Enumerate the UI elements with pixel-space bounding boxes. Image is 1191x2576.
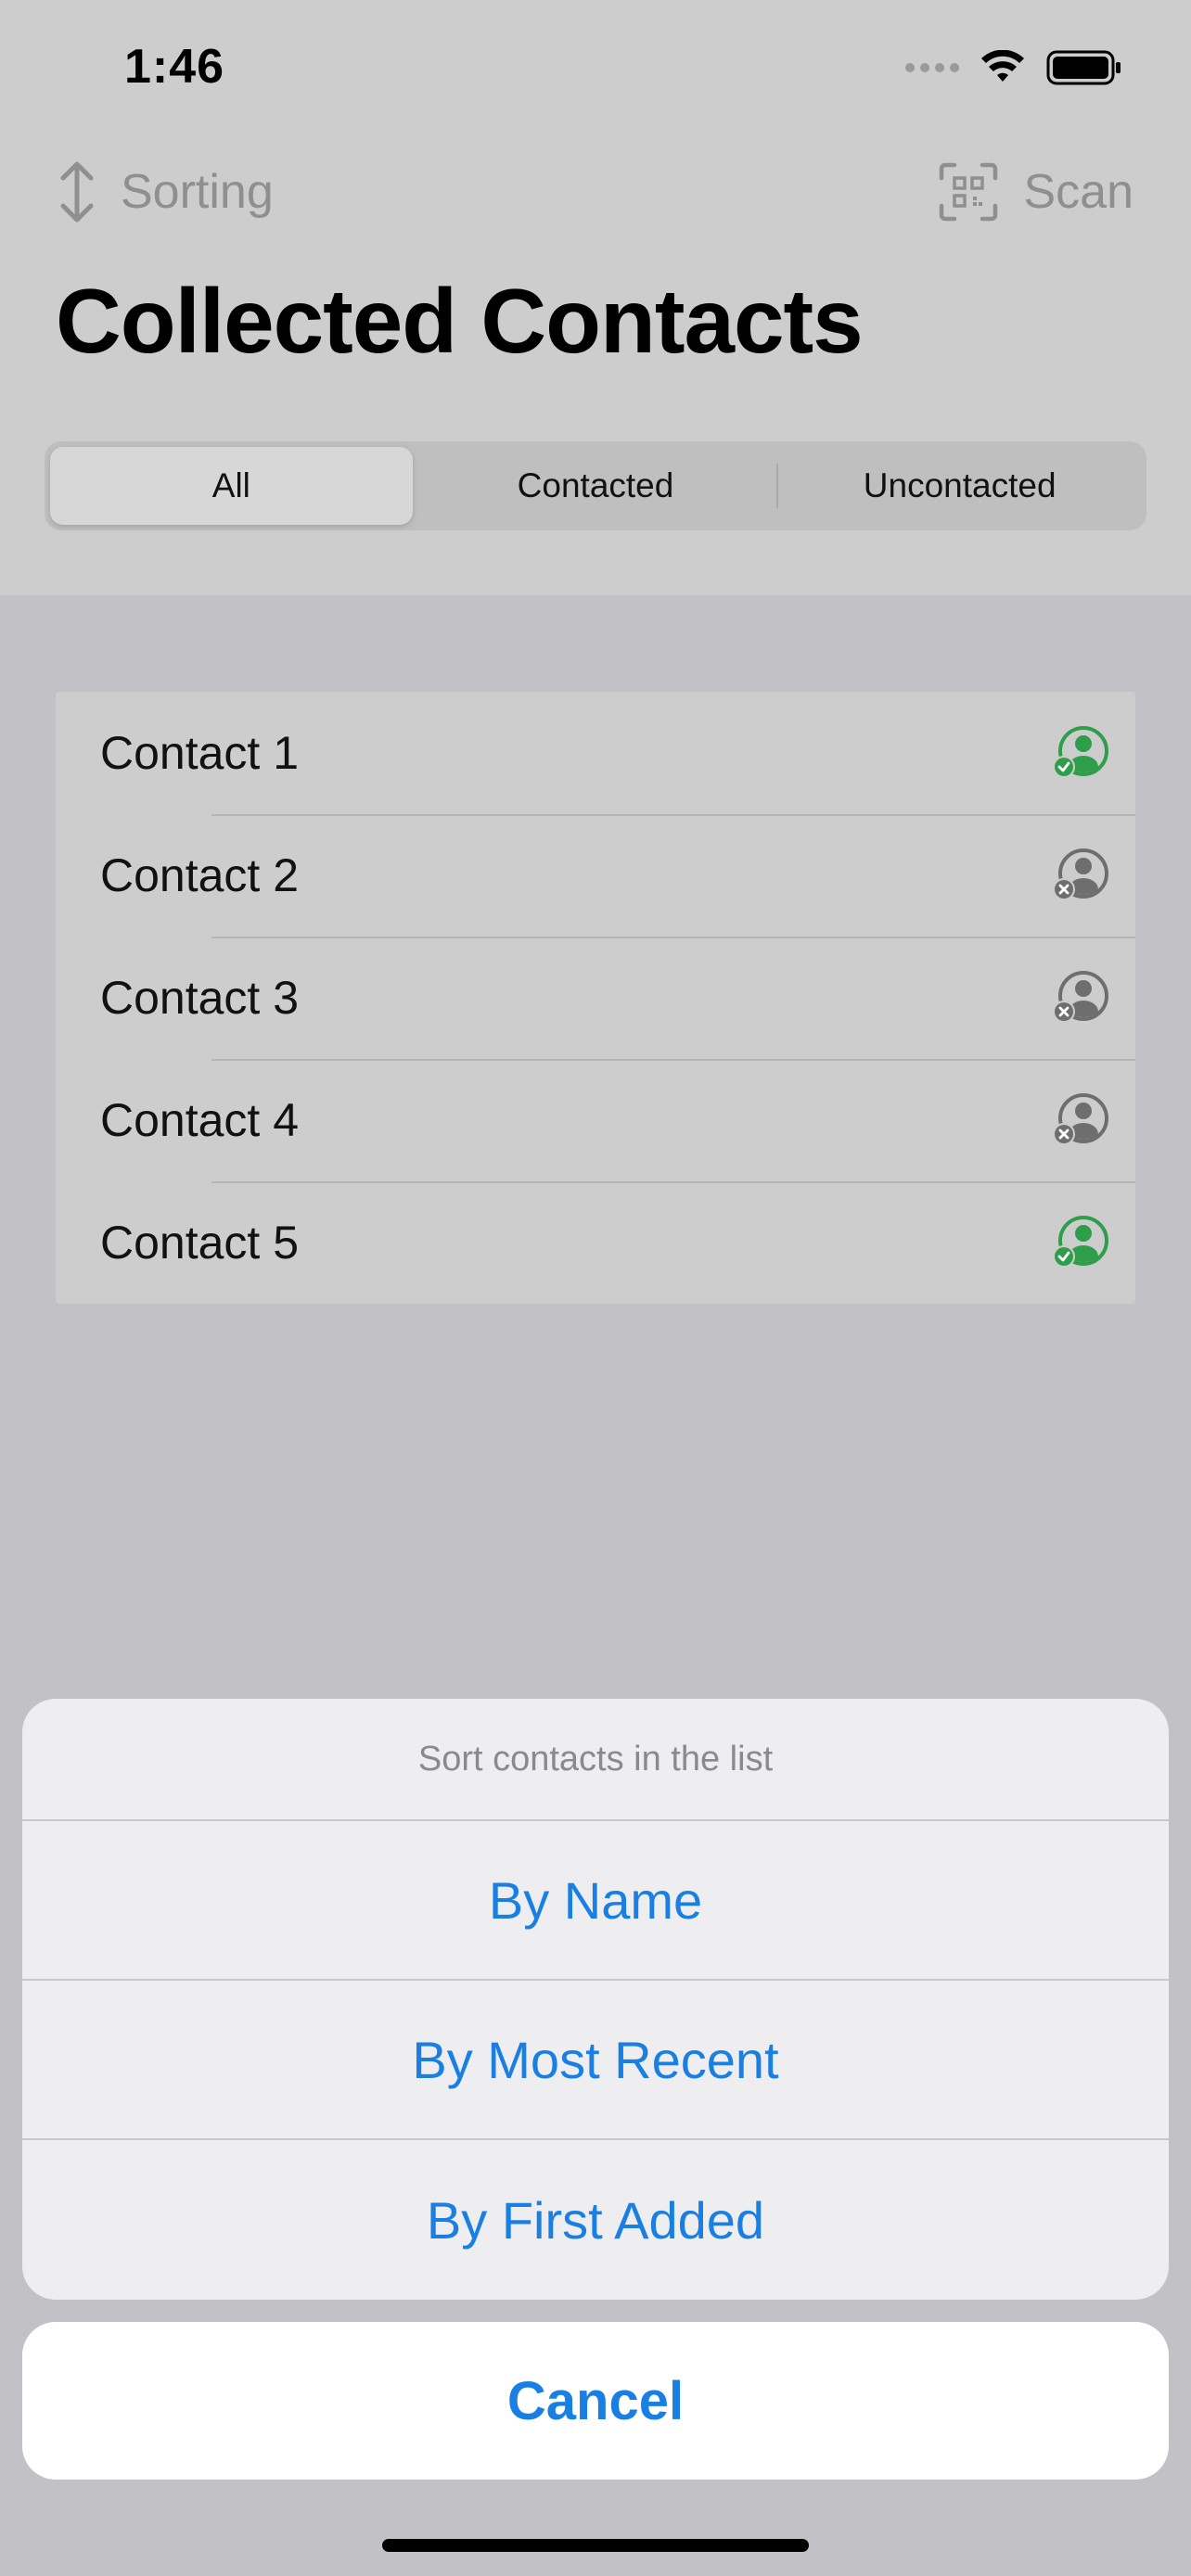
contacts-list: Contact 1 Contact 2 Contact 3 Contact 4 … [56, 692, 1135, 1304]
wifi-icon [981, 50, 1024, 82]
sort-arrows-icon [60, 161, 94, 223]
status-icons [905, 46, 1122, 89]
action-sheet-title: Sort contacts in the list [22, 1699, 1169, 1821]
list-item[interactable]: Contact 2 [56, 814, 1135, 937]
page-title: Collected Contacts [56, 270, 864, 372]
sort-by-most-recent-button[interactable]: By Most Recent [22, 1981, 1169, 2140]
scan-label: Scan [1023, 165, 1133, 219]
scan-button[interactable]: Scan [938, 159, 1133, 224]
contact-name: Contact 1 [100, 727, 300, 779]
sorting-label: Sorting [121, 165, 274, 219]
list-item[interactable]: Contact 5 [56, 1181, 1135, 1304]
segment-uncontacted[interactable]: Uncontacted [778, 447, 1141, 525]
segment-contacted[interactable]: Contacted [415, 447, 777, 525]
list-item[interactable]: Contact 4 [56, 1059, 1135, 1181]
sort-by-first-added-button[interactable]: By First Added [22, 2140, 1169, 2300]
cancel-button[interactable]: Cancel [22, 2322, 1169, 2480]
contacted-person-icon [1053, 726, 1108, 778]
uncontacted-person-icon [1053, 848, 1108, 900]
list-item[interactable]: Contact 1 [56, 692, 1135, 814]
contact-name: Contact 5 [100, 1217, 300, 1269]
contact-name: Contact 2 [100, 849, 300, 901]
home-indicator[interactable] [382, 2539, 809, 2552]
segment-all[interactable]: All [50, 447, 413, 525]
contacted-person-icon [1053, 1216, 1108, 1268]
sort-by-name-button[interactable]: By Name [22, 1821, 1169, 1981]
uncontacted-person-icon [1053, 1093, 1108, 1145]
qr-scan-icon [940, 162, 998, 222]
filter-segmented-control: All Contacted Uncontacted [45, 441, 1146, 530]
sort-action-sheet: Sort contacts in the list By Name By Mos… [22, 1699, 1169, 2300]
uncontacted-person-icon [1053, 971, 1108, 1023]
contact-name: Contact 4 [100, 1094, 300, 1146]
cellular-signal-icon [905, 63, 959, 72]
list-item[interactable]: Contact 3 [56, 937, 1135, 1059]
battery-icon [1046, 50, 1121, 85]
status-time: 1:46 [124, 40, 225, 94]
header-area: 1:46 Sorting Scan Collected Contacts All… [0, 0, 1191, 595]
contact-name: Contact 3 [100, 972, 300, 1024]
sorting-button[interactable]: Sorting [54, 159, 274, 224]
